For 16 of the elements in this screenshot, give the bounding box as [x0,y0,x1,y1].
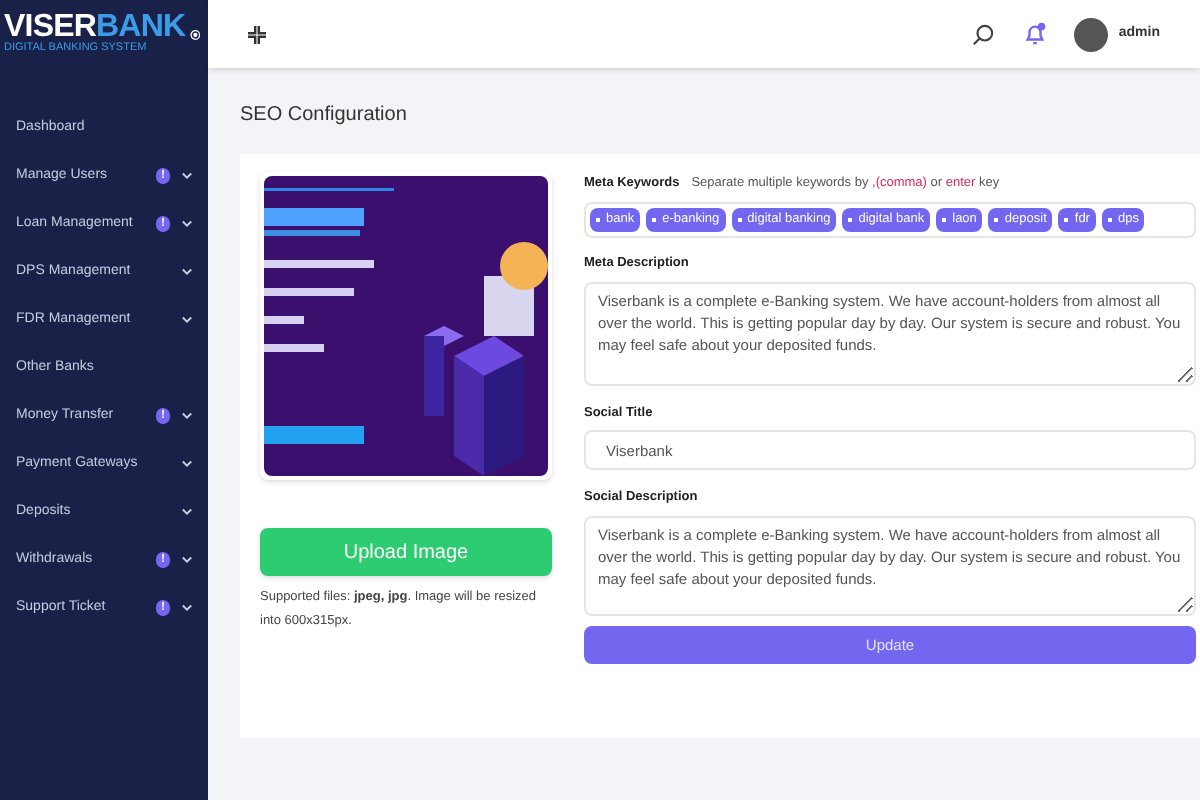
avatar[interactable] [1074,17,1109,51]
caret-icon[interactable] [182,220,192,228]
radio-icon[interactable] [189,25,200,43]
caret-icon[interactable] [182,508,192,516]
bell-icon[interactable] [1024,22,1047,46]
caret-icon[interactable] [182,412,192,420]
caret-icon[interactable] [182,460,192,468]
caret-icon[interactable] [182,316,192,324]
caret-icon[interactable] [182,604,192,612]
collapse-icon[interactable] [248,25,266,43]
caret-icon[interactable] [182,172,192,180]
caret-icon[interactable] [182,556,192,564]
caret-icon[interactable] [182,268,192,276]
page-title: SEO Configuration [240,102,409,130]
logo-text: VISERBANK [4,12,186,45]
search-icon[interactable] [972,23,995,45]
